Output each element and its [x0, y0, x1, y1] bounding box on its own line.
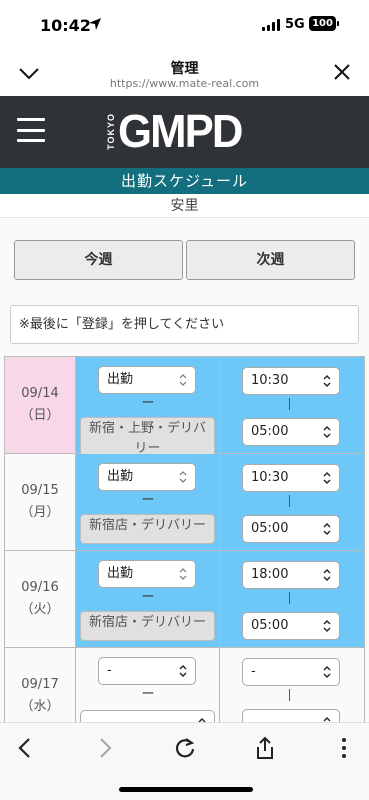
attendance-value: 出勤 — [107, 469, 134, 484]
start-time-select[interactable]: 10:30 — [242, 367, 340, 395]
updown-icon — [323, 523, 331, 535]
type-cell: - ー — [76, 648, 220, 722]
site-header: TOKYO GMPD — [0, 96, 369, 168]
table-row: 09/14 （日） 出勤 ー 新宿・上野・デリバリー 10:30 05:00 — [4, 357, 365, 461]
battery-icon: 100 — [309, 16, 339, 31]
updown-icon — [323, 472, 331, 484]
updown-icon — [323, 620, 331, 632]
dash-label: ー — [141, 590, 155, 605]
end-time-select[interactable] — [242, 709, 340, 722]
site-logo[interactable]: TOKYO GMPD — [106, 106, 248, 156]
date-cell: 09/15 （月） — [4, 454, 76, 550]
location-arrow-icon — [89, 18, 101, 30]
updown-icon — [323, 426, 331, 438]
start-time-select[interactable]: - — [242, 658, 340, 686]
start-time-value: - — [251, 664, 256, 679]
date-cell: 09/17 （水） — [4, 648, 76, 722]
share-icon[interactable] — [252, 735, 278, 761]
attendance-select[interactable]: 出勤 — [98, 463, 196, 491]
area-button[interactable]: 新宿店・デリバリー — [80, 514, 215, 544]
date-label: 09/17 — [21, 677, 59, 692]
time-cell: 18:00 05:00 — [220, 551, 365, 647]
reload-icon[interactable] — [172, 735, 198, 761]
end-time-value: 05:00 — [251, 618, 289, 633]
schedule-content: 今週 次週 ※最後に「登録」を押してください 09/14 （日） 出勤 ー 新宿… — [0, 218, 369, 722]
table-row: 09/17 （水） - ー - — [4, 648, 365, 722]
end-time-value: 05:00 — [251, 424, 289, 439]
dash-label: ー — [141, 493, 155, 508]
area-button[interactable]: 新宿店・デリバリー — [80, 611, 215, 641]
date-label: 09/14 — [21, 386, 59, 401]
day-label: （月） — [20, 505, 60, 520]
start-time-select[interactable]: 18:00 — [242, 561, 340, 589]
separator-line — [289, 398, 290, 410]
logo-main-text: GMPD — [118, 105, 243, 157]
this-week-button[interactable]: 今週 — [14, 240, 183, 280]
page-title: 出勤スケジュール — [0, 168, 369, 194]
area-select[interactable] — [80, 710, 215, 722]
date-label: 09/16 — [21, 580, 59, 595]
table-row: 09/15 （月） 出勤 ー 新宿店・デリバリー 10:30 05:00 — [4, 454, 365, 551]
separator-line — [289, 495, 290, 507]
next-week-button[interactable]: 次週 — [186, 240, 355, 280]
end-time-select[interactable]: 05:00 — [242, 418, 340, 446]
browser-bar: 管理 https://www.mate-real.com — [0, 52, 369, 96]
updown-icon — [179, 665, 187, 677]
logo-tokyo-text: TOKYO — [106, 112, 116, 150]
attendance-select[interactable]: 出勤 — [98, 366, 196, 394]
start-time-value: 18:00 — [251, 567, 289, 582]
updown-icon — [323, 666, 331, 678]
browser-url: https://www.mate-real.com — [109, 77, 260, 90]
end-time-select[interactable]: 05:00 — [242, 612, 340, 640]
time-cell: - — [220, 648, 365, 722]
browser-title: 管理 — [170, 61, 199, 77]
date-cell: 09/14 （日） — [4, 357, 76, 453]
table-row: 09/16 （火） 出勤 ー 新宿店・デリバリー 18:00 05:00 — [4, 551, 365, 648]
status-time: 10:42 — [40, 16, 91, 35]
day-label: （日） — [20, 408, 60, 423]
schedule-table: 09/14 （日） 出勤 ー 新宿・上野・デリバリー 10:30 05:00 0… — [4, 356, 365, 722]
updown-icon — [323, 375, 331, 387]
separator-line — [289, 592, 290, 604]
network-label: 5G — [285, 17, 305, 32]
signal-icon — [262, 19, 280, 31]
updown-icon — [179, 568, 187, 580]
end-time-value: 05:00 — [251, 521, 289, 536]
dash-label: ー — [141, 396, 155, 411]
type-cell: 出勤 ー 新宿店・デリバリー — [76, 454, 220, 550]
back-icon[interactable] — [12, 735, 38, 761]
home-indicator — [119, 787, 253, 792]
menu-icon[interactable] — [17, 118, 45, 142]
date-label: 09/15 — [21, 483, 59, 498]
time-cell: 10:30 05:00 — [220, 357, 365, 453]
day-label: （水） — [20, 699, 60, 714]
attendance-value: 出勤 — [107, 566, 134, 581]
close-icon[interactable] — [333, 63, 351, 81]
status-bar: 10:42 5G 100 — [0, 0, 369, 52]
start-time-value: 10:30 — [251, 373, 289, 388]
start-time-value: 10:30 — [251, 470, 289, 485]
notice-text: ※最後に「登録」を押してください — [10, 305, 359, 344]
attendance-value: - — [107, 663, 112, 678]
dash-label: ー — [141, 687, 155, 702]
updown-icon — [179, 374, 187, 386]
start-time-select[interactable]: 10:30 — [242, 464, 340, 492]
forward-icon[interactable] — [92, 735, 118, 761]
type-cell: 出勤 ー 新宿店・デリバリー — [76, 551, 220, 647]
updown-icon — [323, 569, 331, 581]
attendance-select[interactable]: - — [98, 657, 196, 685]
separator-line — [289, 689, 290, 701]
end-time-select[interactable]: 05:00 — [242, 515, 340, 543]
attendance-value: 出勤 — [107, 372, 134, 387]
day-label: （火） — [20, 602, 60, 617]
more-options-icon[interactable] — [331, 735, 357, 761]
time-cell: 10:30 05:00 — [220, 454, 365, 550]
attendance-select[interactable]: 出勤 — [98, 560, 196, 588]
updown-icon — [179, 471, 187, 483]
type-cell: 出勤 ー 新宿・上野・デリバリー — [76, 357, 220, 461]
date-cell: 09/16 （火） — [4, 551, 76, 647]
cast-name: 安里 — [0, 194, 369, 218]
week-buttons: 今週 次週 — [14, 240, 355, 280]
